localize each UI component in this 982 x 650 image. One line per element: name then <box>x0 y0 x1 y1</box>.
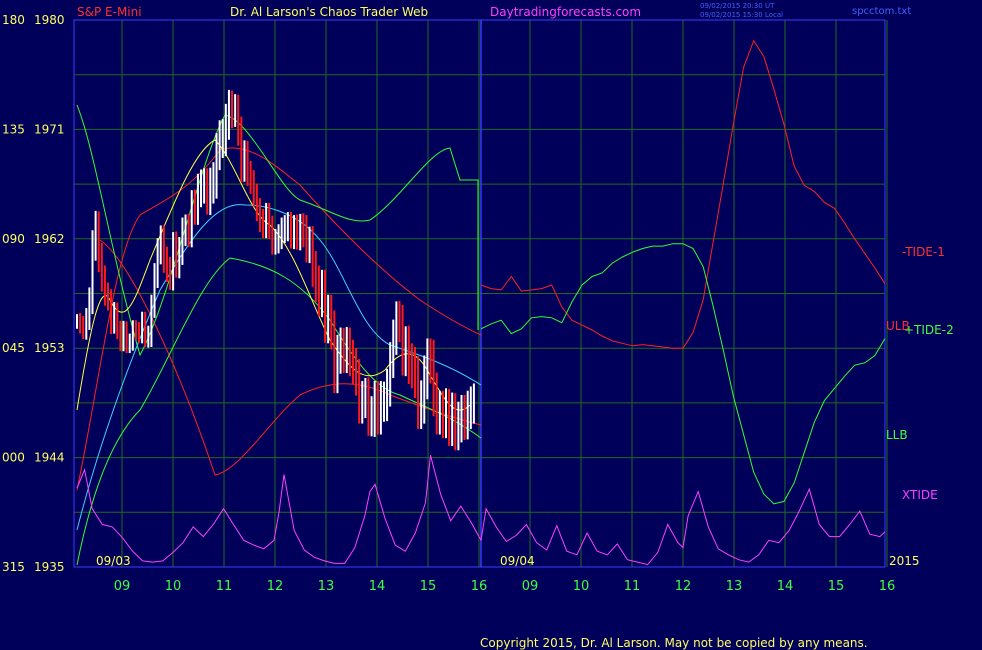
y-tick-label-price: 1980 <box>34 13 65 27</box>
author-title: Dr. Al Larson's Chaos Trader Web <box>230 5 428 19</box>
x-tick-label: 16 <box>879 579 896 594</box>
y-tick-label-left: 180 <box>2 13 25 27</box>
x-tick-label: 13 <box>318 579 335 594</box>
x-tick-label: 15 <box>420 579 437 594</box>
y-tick-label-price: 1944 <box>34 451 65 465</box>
y-tick-label-left: 315 <box>2 560 25 574</box>
y-axis-left: 180 135 090 045 000 315 <box>2 13 25 574</box>
site-title: Daytradingforecasts.com <box>490 5 641 19</box>
y-tick-label-price: 1935 <box>34 560 65 574</box>
x-tick-label: 09 <box>114 579 131 594</box>
x-tick-label: 14 <box>777 579 794 594</box>
y-axis-right: 1980 1971 1962 1953 1944 1935 <box>34 13 65 574</box>
x-tick-label: 12 <box>267 579 284 594</box>
series-label-tide2: +TIDE-2 <box>904 323 954 337</box>
instrument-title: S&P E-Mini <box>77 5 142 19</box>
copyright-notice: Copyright 2015, Dr. Al Larson. May not b… <box>480 636 868 650</box>
year-label: 2015 <box>889 554 920 568</box>
x-tick-label: 13 <box>726 579 743 594</box>
series-label-llb: LLB <box>886 428 908 442</box>
x-tick-label: 14 <box>369 579 386 594</box>
series-label-tide1: -TIDE-1 <box>902 245 945 259</box>
day-label-1: 09/03 <box>96 554 131 568</box>
local-timestamp: 09/02/2015 15:30 Local <box>700 11 783 19</box>
y-tick-label-left: 000 <box>2 451 25 465</box>
x-tick-label: 09 <box>522 579 539 594</box>
file-name: spcctom.txt <box>852 6 911 17</box>
x-tick-label: 10 <box>573 579 590 594</box>
x-tick-label: 12 <box>675 579 692 594</box>
chart-canvas: 180135090045000315 198019711962195319441… <box>2 2 954 650</box>
ut-timestamp: 09/02/2015 20:30 UT <box>700 2 775 10</box>
x-tick-label: 11 <box>216 579 233 594</box>
y-tick-label-left: 090 <box>2 232 25 246</box>
x-tick-label: 10 <box>165 579 182 594</box>
x-tick-label: 11 <box>624 579 641 594</box>
y-tick-label-left: 135 <box>2 122 25 136</box>
day-label-2: 09/04 <box>500 554 535 568</box>
series-label-xtide: XTIDE <box>902 488 938 502</box>
y-tick-label-left: 045 <box>2 341 25 355</box>
y-tick-label-price: 1971 <box>34 122 65 136</box>
x-tick-label: 15 <box>828 579 845 594</box>
y-tick-label-price: 1962 <box>34 232 65 246</box>
x-axis: 09 10 11 12 13 14 15 16 09 10 11 12 13 14 15 16 <box>114 579 896 594</box>
x-tick-label: 16 <box>471 579 488 594</box>
y-tick-label-price: 1953 <box>34 341 65 355</box>
